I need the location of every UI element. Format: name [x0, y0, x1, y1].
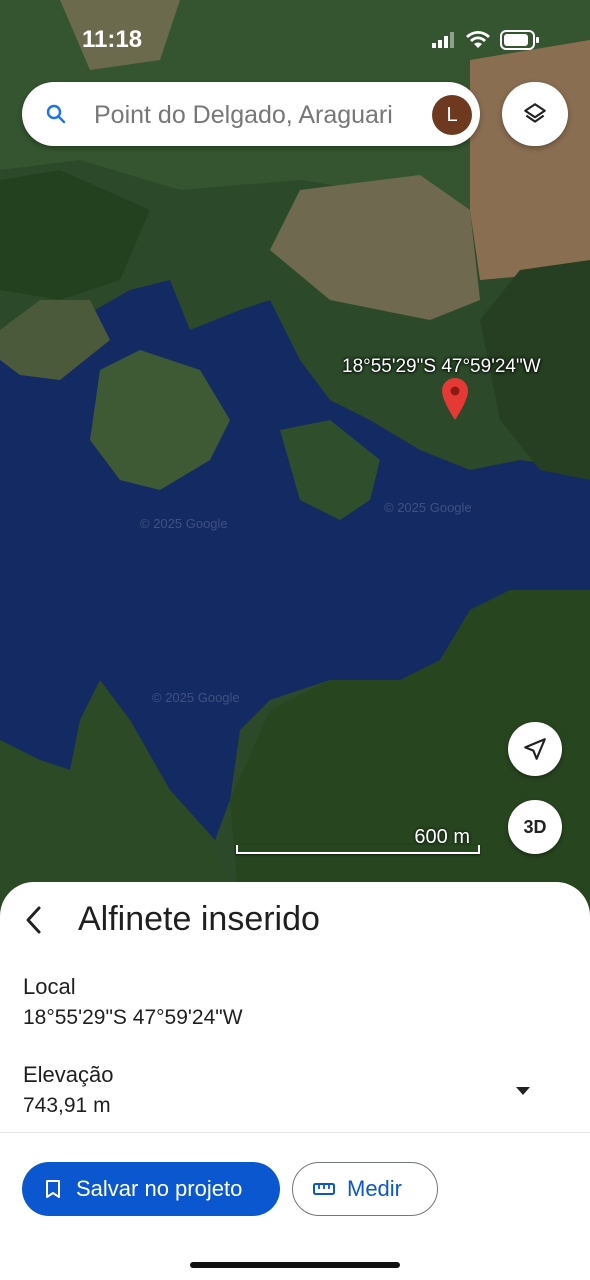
location-label: Local	[23, 974, 76, 999]
measure-label: Medir	[347, 1176, 403, 1201]
layers-icon	[524, 103, 546, 123]
measure-button[interactable]: Medir	[292, 1162, 438, 1216]
save-to-project-button[interactable]: Salvar no projeto	[22, 1162, 280, 1216]
navigation-arrow-icon	[524, 738, 546, 760]
account-avatar[interactable]: L	[432, 95, 472, 135]
elevation-expand-icon[interactable]	[516, 1087, 530, 1095]
search-input[interactable]: Point do Delgado, Araguari	[94, 99, 434, 131]
map-scale-bar: 600 m	[236, 826, 480, 856]
status-time: 11:18	[82, 26, 143, 53]
my-location-button[interactable]	[508, 722, 562, 776]
status-bar: 11:18	[0, 0, 590, 80]
search-bar[interactable]: Point do Delgado, Araguari L	[22, 82, 480, 146]
signal-icon	[432, 32, 454, 48]
search-icon	[46, 104, 66, 124]
map-watermark: © 2025 Google	[384, 500, 472, 515]
elevation-value: 743,91 m	[23, 1094, 111, 1117]
wifi-icon	[466, 31, 490, 48]
home-indicator[interactable]	[190, 1262, 400, 1268]
sheet-title: Alfinete inserido	[78, 900, 320, 938]
divider	[0, 1132, 590, 1133]
pin-coordinates-label: 18°55'29"S 47°59'24"W	[342, 356, 541, 377]
map-watermark: © 2025 Google	[140, 516, 228, 531]
elevation-label: Elevação	[23, 1062, 114, 1087]
status-icons	[432, 30, 540, 50]
map-watermark: © 2025 Google	[152, 690, 240, 705]
3d-toggle-button[interactable]: 3D	[508, 800, 562, 854]
dropped-pin-icon[interactable]	[442, 378, 468, 425]
chevron-left-icon	[26, 906, 41, 934]
scale-line	[236, 845, 480, 854]
battery-icon	[500, 30, 539, 50]
location-value[interactable]: 18°55'29"S 47°59'24"W	[23, 1006, 243, 1030]
place-details-sheet: Alfinete inserido Local 18°55'29"S 47°59…	[0, 882, 590, 1280]
back-button[interactable]	[20, 902, 48, 938]
layers-button[interactable]	[502, 82, 568, 146]
bookmark-icon	[46, 1180, 60, 1198]
save-label: Salvar no projeto	[76, 1176, 243, 1201]
ruler-icon	[313, 1183, 335, 1195]
